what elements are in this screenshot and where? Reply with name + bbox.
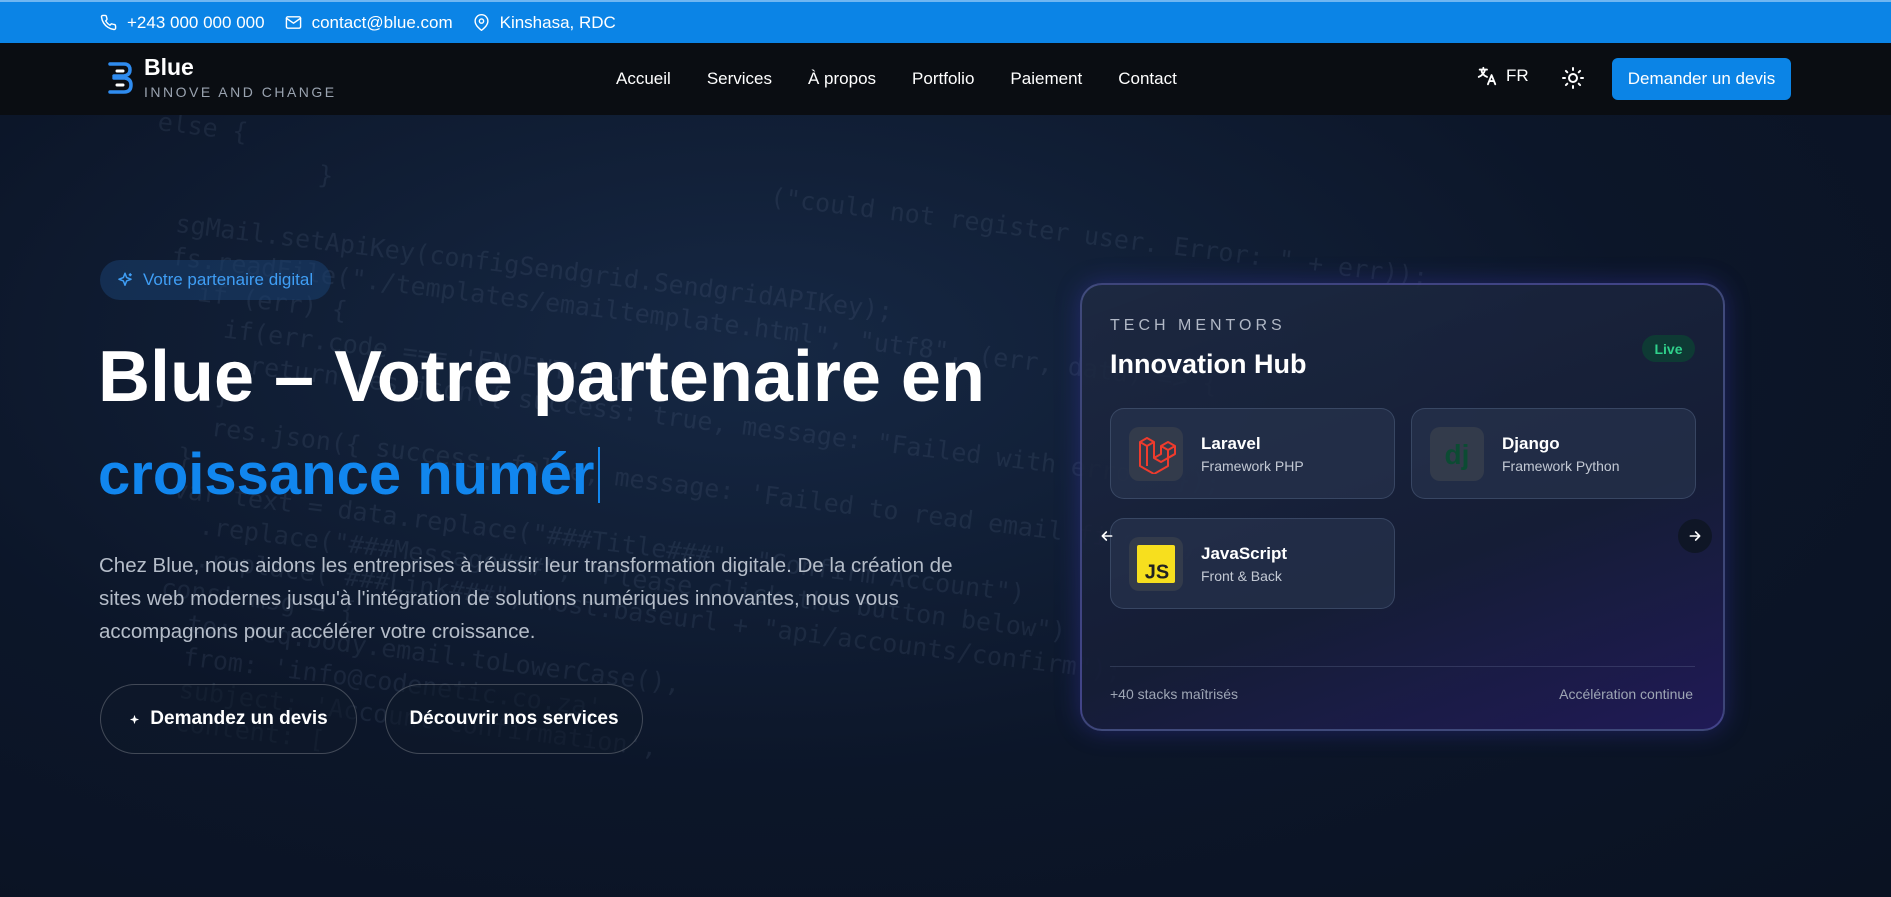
card-kicker: TECH MENTORS [1110,317,1286,334]
email-address: contact@blue.com [311,12,453,32]
hero-typed-text: croissance numér [98,442,595,507]
top-info-bar: +243 000 000 000 contact@blue.com Kinsha… [0,0,1891,43]
hero-badge-label: Votre partenaire digital [143,270,314,289]
translate-icon [1477,66,1497,86]
language-switcher[interactable]: FR [1476,65,1529,87]
hero-typed-title: croissance numér [98,440,601,510]
hero-description: Chez Blue, nous aidons les entreprises à… [99,554,953,643]
arrow-right-icon [1689,531,1701,541]
tech-tile-javascript[interactable]: JS JavaScript Front & Back [1110,518,1395,609]
stacks-count: +40 stacks maîtrisés [1110,686,1238,702]
brand-tagline: INNOVE AND CHANGE [144,84,337,100]
laravel-icon [1129,426,1183,481]
javascript-icon: JS [1129,536,1183,591]
tile-description: Framework PHP [1201,457,1304,474]
tech-tile-laravel[interactable]: Laravel Framework PHP [1110,408,1395,499]
sun-icon[interactable] [1561,66,1585,90]
tile-description: Framework Python [1502,457,1620,474]
main-navbar: Blue INNOVE AND CHANGE Accueil Services … [0,43,1891,115]
typing-caret [598,447,601,503]
tile-name: Laravel [1201,433,1261,453]
nav-menu: Accueil Services À propos Portfolio Paie… [616,43,1177,115]
svg-text:dj: dj [1445,439,1470,470]
nav-link-accueil[interactable]: Accueil [616,69,671,89]
nav-link-portfolio[interactable]: Portfolio [912,69,974,89]
tech-tile-django[interactable]: dj Django Framework Python [1411,408,1696,499]
django-icon: dj [1430,426,1484,481]
map-pin-icon [474,14,489,31]
arrow-left-icon [1101,531,1113,541]
brand-name: Blue [144,54,194,80]
location-info: Kinshasa, RDC [473,13,616,33]
sparkle-icon [118,272,132,286]
phone-info[interactable]: +243 000 000 000 [100,13,265,33]
tile-name: Django [1502,433,1560,453]
card-title: Innovation Hub [1110,349,1307,379]
hero-title: Blue – Votre partenaire en [98,337,985,417]
demandez-devis-label: Demandez un devis [150,708,328,729]
carousel-next-button[interactable] [1678,519,1712,553]
card-footer-note: Accélération continue [1559,686,1693,702]
phone-icon [100,14,117,31]
logo-icon [108,61,133,94]
discover-services-label: Découvrir nos services [409,708,619,729]
language-code: FR [1506,66,1529,85]
tile-name: JavaScript [1201,543,1287,563]
card-divider [1110,666,1695,667]
hero-badge: Votre partenaire digital [100,260,332,300]
nav-link-contact[interactable]: Contact [1118,69,1177,89]
phone-number: +243 000 000 000 [127,12,265,32]
discover-services-button[interactable]: Découvrir nos services [385,684,643,754]
tile-description: Front & Back [1201,567,1282,584]
request-quote-button[interactable]: Demander un devis [1612,58,1791,100]
brand-logo[interactable]: Blue INNOVE AND CHANGE [106,55,337,100]
demandez-devis-button[interactable]: Demandez un devis [100,684,357,754]
live-badge: Live [1642,335,1695,362]
email-info[interactable]: contact@blue.com [285,13,453,33]
nav-link-a-propos[interactable]: À propos [808,69,876,89]
carousel-prev-button[interactable] [1090,519,1124,553]
nav-link-paiement[interactable]: Paiement [1010,69,1082,89]
mail-icon [285,16,301,29]
location-text: Kinshasa, RDC [499,12,616,32]
nav-link-services[interactable]: Services [707,69,772,89]
hero-section: else { ("could not register user. Error:… [0,115,1891,897]
sparkle-small-icon [130,714,140,724]
innovation-hub-card: TECH MENTORS Innovation Hub Live Laravel… [1080,283,1725,731]
svg-text:JS: JS [1145,561,1169,583]
